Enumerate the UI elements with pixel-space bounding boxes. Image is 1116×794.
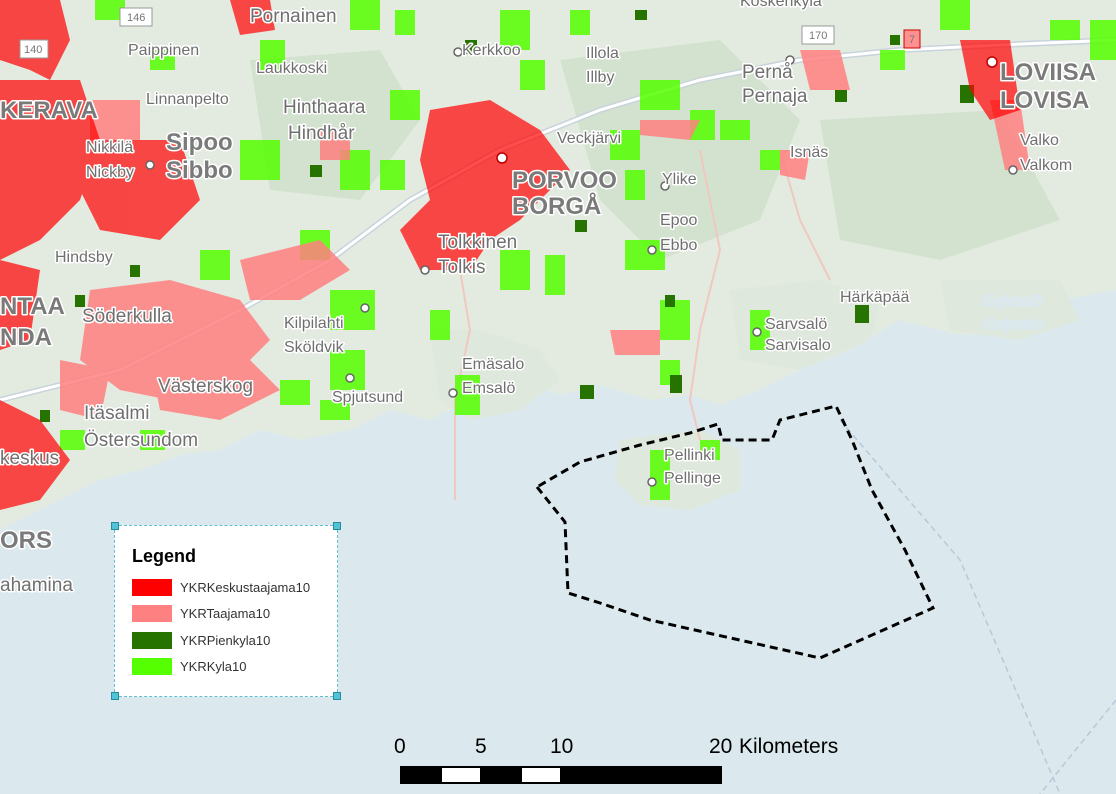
scale-segment <box>560 766 722 784</box>
scale-label-5: 5 <box>475 735 487 758</box>
legend-label: YKRKeskustaajama10 <box>180 580 311 595</box>
place-label: ahamina <box>0 575 73 596</box>
place-label: Nikkilä <box>86 139 133 156</box>
place-label: Sarvsalö <box>765 316 827 333</box>
place-label: Koskenkylä <box>740 0 822 10</box>
place-label: ORS <box>0 527 52 554</box>
place-label: Linnanpelto <box>146 91 229 108</box>
place-label: Ebbo <box>660 237 697 254</box>
legend-title: Legend <box>132 546 197 566</box>
svg-text:146: 146 <box>127 12 145 24</box>
place-label: Sarvisalo <box>765 337 831 354</box>
place-label: Sibbo <box>166 157 233 184</box>
place-label: Emäsalo <box>462 356 524 373</box>
place-label: Valkom <box>1020 157 1072 174</box>
place-label: Östersundom <box>84 430 198 451</box>
place-label: Paippinen <box>128 42 199 59</box>
place-label: Isnäs <box>790 144 828 161</box>
place-label: Tolkis <box>438 257 486 278</box>
place-label: Härkäpää <box>840 289 909 306</box>
place-label: NTAA <box>0 293 65 320</box>
place-label: LOVISA <box>1000 87 1089 114</box>
road-shield-146: 146 <box>119 7 153 27</box>
place-label: Emsalö <box>462 380 515 397</box>
resize-handle[interactable] <box>111 692 119 700</box>
place-label: KERAVA <box>0 97 98 124</box>
place-label: Kilpilahti <box>284 315 344 332</box>
place-label: Epoo <box>660 212 697 229</box>
legend-swatch <box>132 579 172 596</box>
place-label: Itäsalmi <box>84 403 149 424</box>
road-shield-170: 170 <box>801 25 835 45</box>
road-shield-140: 140 <box>19 39 49 59</box>
scale-unit: Kilometers <box>739 735 839 758</box>
road-shield-7: 7 <box>903 29 921 49</box>
scale-bar: 0 5 10 20 Kilometers <box>390 733 860 793</box>
place-label: keskus <box>0 448 59 469</box>
water-label: Sipoonselkä <box>132 484 219 501</box>
map-view[interactable]: 146 140 170 7 Pornainen Kerkkoo Illola I… <box>0 0 1116 794</box>
svg-text:170: 170 <box>809 30 827 42</box>
scale-label-10: 10 <box>550 735 574 758</box>
water-label: Sibbofjärden <box>132 506 222 523</box>
island-label: Kejvsalö <box>982 293 1043 310</box>
scale-label-20: 20 <box>709 735 733 758</box>
place-label: Laukkoski <box>256 60 327 77</box>
place-label: Nickby <box>86 164 134 181</box>
legend-label: YKRKyla10 <box>180 659 247 674</box>
place-label: Pellinki <box>664 447 715 464</box>
place-label: Sköldvik <box>284 339 345 356</box>
place-label: Illola <box>586 45 619 62</box>
scale-segment <box>440 766 482 784</box>
place-label: Pornainen <box>250 6 337 27</box>
place-label: Söderkulla <box>82 306 172 327</box>
scale-segment <box>480 766 522 784</box>
place-label: Hinthaara <box>283 97 366 118</box>
place-label: Valko <box>1020 132 1059 149</box>
place-label: Spjutsund <box>332 389 403 406</box>
place-label: Veckjärvi <box>557 130 621 147</box>
place-label: PORVOO <box>512 167 617 194</box>
scale-label-0: 0 <box>394 735 406 758</box>
legend-swatch <box>132 658 172 675</box>
place-label: Kerkkoo <box>462 42 521 59</box>
svg-text:7: 7 <box>909 34 915 46</box>
place-label: Illby <box>586 69 614 86</box>
svg-text:140: 140 <box>24 44 42 56</box>
place-label: Västerskog <box>158 376 253 397</box>
legend-label: YKRPienkyla10 <box>180 633 271 648</box>
resize-handle[interactable] <box>111 522 119 530</box>
place-label: Pernaja <box>742 86 808 107</box>
place-label: Tolkkinen <box>438 232 517 253</box>
place-label: Hindhår <box>288 123 355 144</box>
resize-handle[interactable] <box>333 692 341 700</box>
legend-swatch <box>132 605 172 622</box>
place-label: Hindsby <box>55 249 113 266</box>
place-label: BORGÅ <box>512 192 601 220</box>
place-label: Sipoo <box>166 129 233 156</box>
place-label: LOVIISA <box>1000 59 1096 86</box>
place-label: Pernå <box>742 62 793 83</box>
legend-swatch <box>132 632 172 649</box>
map-legend[interactable]: Legend YKRKeskustaajama10 YKRTaajama10 Y… <box>111 522 341 700</box>
scale-segment <box>520 766 562 784</box>
legend-label: YKRTaajama10 <box>180 606 271 621</box>
island-label: Keipsalo <box>982 316 1043 333</box>
place-label: NDA <box>0 324 52 351</box>
scale-segment <box>400 766 442 784</box>
place-label: Ylike <box>662 171 697 188</box>
resize-handle[interactable] <box>333 522 341 530</box>
place-label: Pellinge <box>664 470 721 487</box>
